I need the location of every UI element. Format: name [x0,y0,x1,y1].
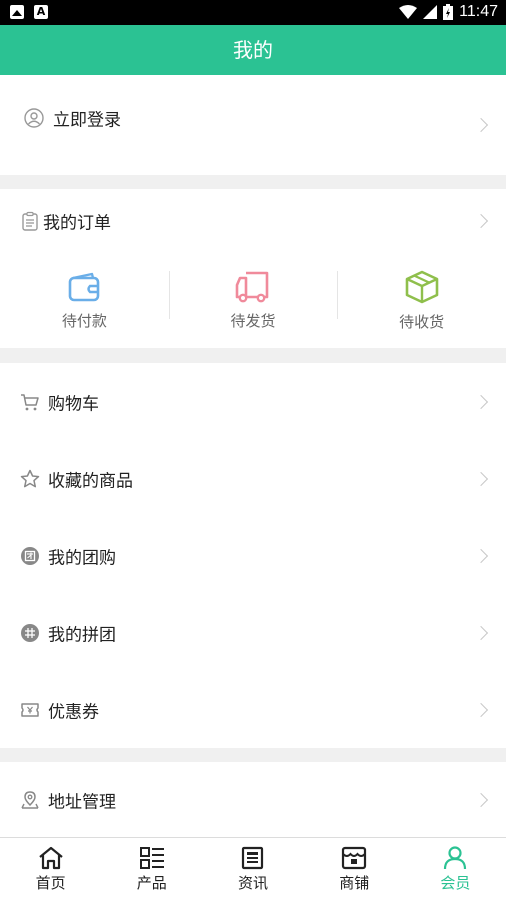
chevron-right-icon [473,625,489,640]
group-buy-icon [21,546,39,565]
menu-item-label: 购物车 [48,394,99,414]
login-row[interactable]: 立即登录 [0,75,506,175]
my-orders-label: 我的订单 [43,213,111,234]
chevron-right-icon [473,702,489,717]
menu-item-label: 地址管理 [48,792,116,812]
tab-label: 商铺 [339,874,370,892]
signal-icon [423,5,438,19]
my-orders-row[interactable]: 我的订单 [0,189,506,254]
menu-item-favorites[interactable]: 收藏的商品 [0,440,506,518]
menu-item-group-buy[interactable]: 我的团购 [0,517,506,595]
order-pending-shipment[interactable]: 待发货 [168,253,338,348]
chevron-right-icon [473,792,489,807]
menu-item-label: 优惠券 [48,702,99,722]
clipboard-icon [22,211,38,231]
star-icon [20,469,40,487]
menu-item-address[interactable]: 地址管理 [0,762,506,837]
news-icon [241,846,264,870]
order-status-label: 待发货 [230,312,276,330]
shop-icon [342,846,367,870]
tab-home[interactable]: 首页 [0,838,101,901]
tab-products[interactable]: 产品 [101,838,202,901]
font-notification-icon: A [34,5,48,19]
tab-label: 首页 [35,874,66,892]
order-pending-payment[interactable]: 待付款 [0,253,169,348]
order-status-label: 待收货 [399,313,445,331]
battery-icon [443,4,454,20]
tab-label: 会员 [440,874,471,892]
wallet-icon [69,272,100,302]
coupon-icon [21,702,39,717]
tab-news[interactable]: 资讯 [202,838,303,901]
tab-label: 资讯 [238,874,269,892]
order-status-bar: 待付款 待发货 待收货 [0,253,506,348]
menu-item-label: 我的拼团 [48,625,116,645]
chevron-right-icon [473,117,489,133]
cart-icon [21,393,39,410]
location-icon [21,790,39,809]
tab-label: 产品 [136,874,167,892]
order-status-label: 待付款 [61,312,107,330]
chevron-right-icon [473,213,489,229]
box-icon [405,270,438,304]
team-buy-icon [21,623,39,642]
menu-item-cart[interactable]: 购物车 [0,363,506,441]
menu-item-label: 收藏的商品 [48,471,133,491]
user-circle-icon [24,108,44,128]
menu-item-label: 我的团购 [48,548,116,568]
status-bar: A 11:47 [0,0,506,25]
image-notification-icon [10,5,24,19]
tab-member[interactable]: 会员 [405,838,506,901]
truck-icon [235,271,269,303]
home-icon [38,846,63,870]
app-header: 我的 [0,25,506,75]
clock: 11:47 [459,3,498,20]
wifi-icon [399,5,418,19]
bottom-tab-bar: 首页 产品 资讯 商铺 会员 [0,837,506,901]
chevron-right-icon [473,548,489,563]
tab-shops[interactable]: 商铺 [304,838,405,901]
order-pending-receipt[interactable]: 待收货 [337,253,506,348]
login-label: 立即登录 [53,110,121,131]
list-icon [139,847,164,869]
menu-item-team-buy[interactable]: 我的拼团 [0,594,506,672]
page-title: 我的 [233,38,273,62]
member-icon [444,846,467,870]
menu-item-coupons[interactable]: 优惠券 [0,671,506,748]
chevron-right-icon [473,471,489,486]
chevron-right-icon [473,394,489,409]
